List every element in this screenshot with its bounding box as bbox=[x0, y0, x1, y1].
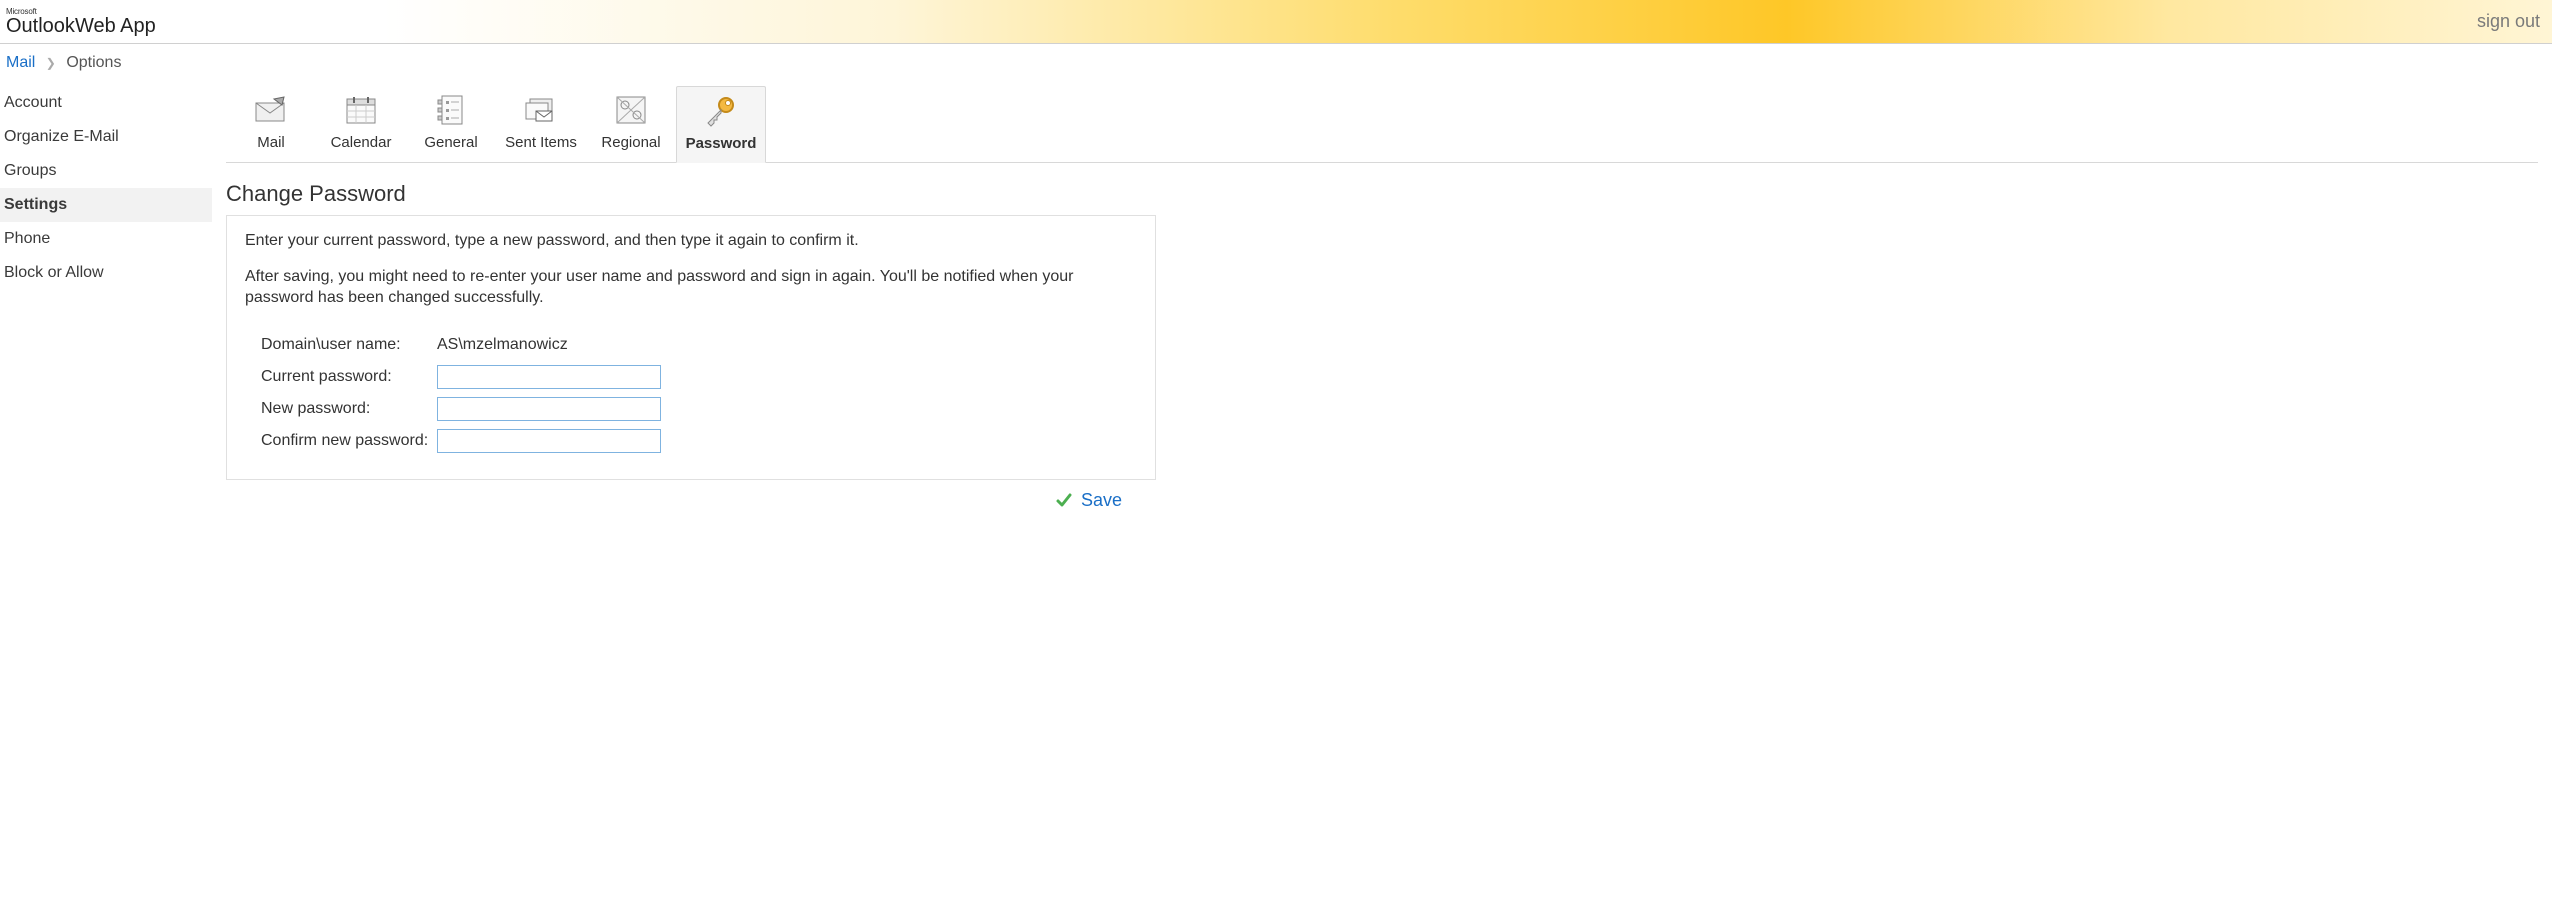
tab-label: Mail bbox=[226, 134, 316, 151]
settings-tabs: Mail Calendar bbox=[226, 86, 2538, 163]
sidebar-item-account[interactable]: Account bbox=[0, 86, 212, 120]
password-form: Domain\user name: AS\mzelmanowicz Curren… bbox=[261, 329, 1137, 457]
tab-mail[interactable]: Mail bbox=[226, 86, 316, 162]
new-password-label: New password: bbox=[261, 400, 437, 418]
confirm-password-input[interactable] bbox=[437, 429, 661, 453]
save-row: Save bbox=[226, 480, 1156, 511]
page-title: Change Password bbox=[226, 181, 2538, 207]
tab-label: Calendar bbox=[316, 134, 406, 151]
intro-paragraph-2: After saving, you might need to re-enter… bbox=[245, 266, 1137, 309]
mail-icon bbox=[253, 92, 289, 128]
tab-calendar[interactable]: Calendar bbox=[316, 86, 406, 162]
header: Microsoft OutlookWeb App sign out bbox=[0, 0, 2552, 44]
sign-out-link[interactable]: sign out bbox=[2477, 11, 2540, 32]
tab-general[interactable]: General bbox=[406, 86, 496, 162]
tab-label: General bbox=[406, 134, 496, 151]
breadcrumb-current: Options bbox=[66, 54, 121, 71]
form-row-confirm: Confirm new password: bbox=[261, 425, 1137, 457]
domain-user-value: AS\mzelmanowicz bbox=[437, 336, 568, 354]
new-password-input[interactable] bbox=[437, 397, 661, 421]
tab-sent-items[interactable]: Sent Items bbox=[496, 86, 586, 162]
sidebar-item-block-or-allow[interactable]: Block or Allow bbox=[0, 256, 212, 290]
breadcrumb-root-link[interactable]: Mail bbox=[6, 54, 35, 71]
tab-label: Sent Items bbox=[496, 134, 586, 151]
form-row-current: Current password: bbox=[261, 361, 1137, 393]
tab-label: Regional bbox=[586, 134, 676, 151]
change-password-panel: Enter your current password, type a new … bbox=[226, 215, 1156, 480]
sidebar-item-phone[interactable]: Phone bbox=[0, 222, 212, 256]
breadcrumb: Mail ❯ Options bbox=[0, 44, 2552, 86]
chevron-right-icon: ❯ bbox=[46, 56, 56, 70]
brand-outlook-web-app: OutlookWeb App bbox=[6, 16, 156, 36]
sidebar-item-organize-email[interactable]: Organize E-Mail bbox=[0, 120, 212, 154]
form-row-domain: Domain\user name: AS\mzelmanowicz bbox=[261, 329, 1137, 361]
check-icon bbox=[1055, 491, 1073, 509]
regional-icon bbox=[613, 92, 649, 128]
password-icon bbox=[703, 93, 739, 129]
tab-regional[interactable]: Regional bbox=[586, 86, 676, 162]
app-logo: Microsoft OutlookWeb App bbox=[6, 8, 156, 36]
confirm-password-label: Confirm new password: bbox=[261, 432, 437, 450]
sent-items-icon bbox=[523, 92, 559, 128]
general-icon bbox=[433, 92, 469, 128]
sidebar-item-groups[interactable]: Groups bbox=[0, 154, 212, 188]
domain-user-label: Domain\user name: bbox=[261, 336, 437, 354]
sidebar: Account Organize E-Mail Groups Settings … bbox=[0, 86, 212, 511]
main-content: Mail Calendar bbox=[212, 86, 2552, 511]
tab-label: Password bbox=[677, 135, 765, 152]
save-button[interactable]: Save bbox=[1081, 490, 1122, 511]
current-password-label: Current password: bbox=[261, 368, 437, 386]
current-password-input[interactable] bbox=[437, 365, 661, 389]
sidebar-item-settings[interactable]: Settings bbox=[0, 188, 212, 222]
tab-password[interactable]: Password bbox=[676, 86, 766, 163]
calendar-icon bbox=[343, 92, 379, 128]
intro-paragraph-1: Enter your current password, type a new … bbox=[245, 230, 1137, 252]
form-row-new: New password: bbox=[261, 393, 1137, 425]
